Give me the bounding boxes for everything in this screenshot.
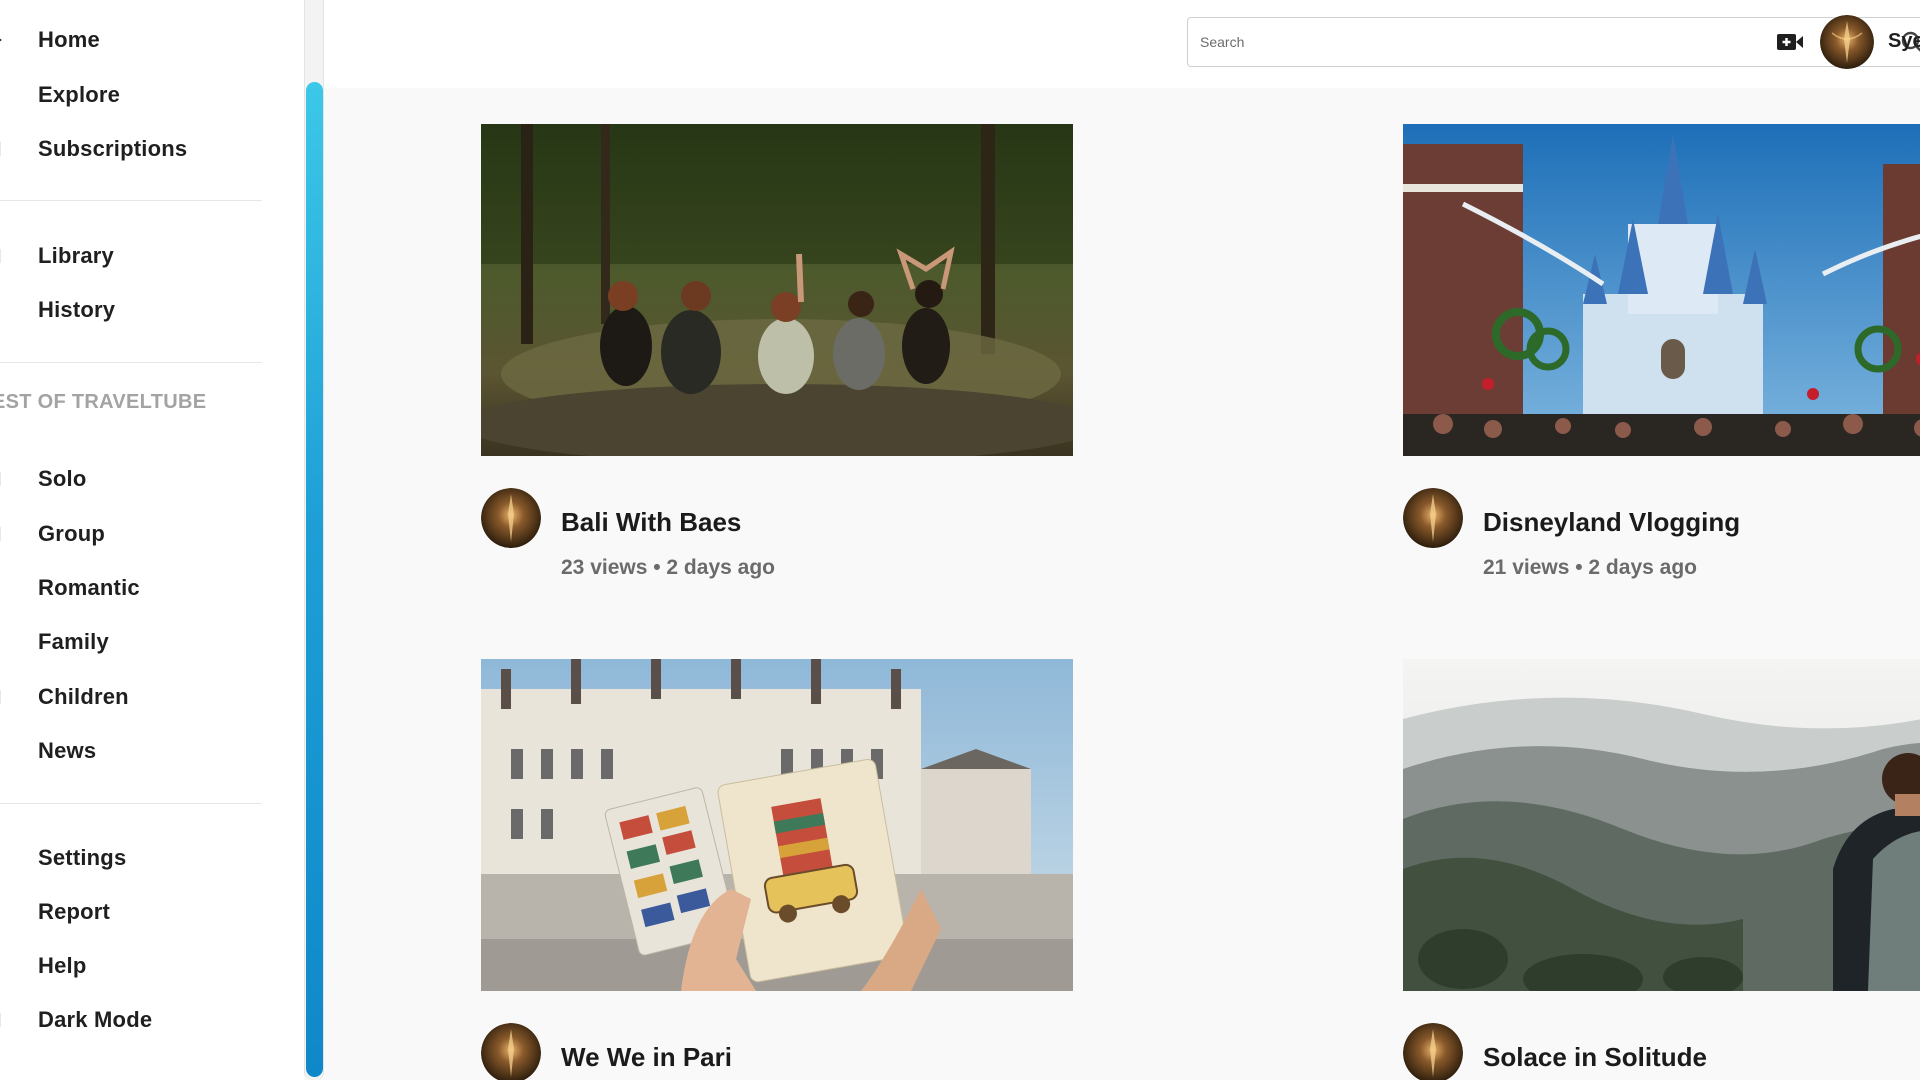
solo-icon xyxy=(0,471,1,487)
sidebar-item-label: Solo xyxy=(38,466,87,491)
group-icon xyxy=(0,526,1,542)
sidebar-item-report[interactable]: Report xyxy=(0,890,270,934)
video-thumbnail[interactable] xyxy=(481,124,1073,456)
sidebar-item-label: Romantic xyxy=(38,575,140,600)
sidebar-item-solo[interactable]: Solo xyxy=(0,457,270,501)
sidebar-item-label: Library xyxy=(38,243,114,268)
subscriptions-icon xyxy=(0,141,1,157)
sidebar-item-label: News xyxy=(38,738,97,763)
sidebar-item-help[interactable]: Help xyxy=(0,944,270,988)
sidebar-item-label: Help xyxy=(38,953,87,978)
sidebar-item-label: Group xyxy=(38,521,105,546)
channel-avatar[interactable] xyxy=(1403,1023,1463,1080)
sidebar-item-label: History xyxy=(38,297,116,322)
sidebar-item-children[interactable]: Children xyxy=(0,675,270,719)
top-header: Sye xyxy=(324,0,1920,88)
sidebar-divider xyxy=(0,200,262,201)
video-stats: 21 views • 2 days ago xyxy=(1483,556,1697,579)
family-icon xyxy=(0,632,4,652)
sidebar-item-home[interactable]: Home xyxy=(0,18,270,62)
settings-icon xyxy=(0,848,4,868)
library-icon xyxy=(0,248,1,264)
report-icon xyxy=(0,902,4,922)
sidebar-item-history[interactable]: History xyxy=(0,288,270,332)
home-icon xyxy=(0,38,2,42)
sidebar-item-label: Children xyxy=(38,684,129,709)
create-video-icon[interactable] xyxy=(1776,30,1804,54)
sidebar-item-settings[interactable]: Settings xyxy=(0,836,270,880)
sidebar-divider xyxy=(0,803,262,804)
explore-icon xyxy=(0,85,4,105)
sidebar-item-label: Report xyxy=(38,899,111,924)
video-stats: 23 views • 2 days ago xyxy=(561,556,775,579)
video-title[interactable]: Solace in Solitude xyxy=(1483,1042,1707,1073)
news-icon xyxy=(0,741,4,761)
video-title[interactable]: Disneyland Vlogging xyxy=(1483,507,1740,538)
video-thumbnail[interactable] xyxy=(1403,659,1920,991)
sidebar-item-family[interactable]: Family xyxy=(0,620,270,664)
help-icon xyxy=(0,956,4,976)
channel-avatar[interactable] xyxy=(481,1023,541,1080)
channel-avatar[interactable] xyxy=(481,488,541,548)
children-icon xyxy=(0,689,1,705)
sidebar-item-label: Explore xyxy=(38,82,121,107)
sidebar-item-group[interactable]: Group xyxy=(0,512,270,556)
sidebar-item-label: Home xyxy=(38,27,100,52)
sidebar-divider xyxy=(0,362,262,363)
sidebar-item-label: Settings xyxy=(38,845,127,870)
sidebar-item-romantic[interactable]: Romantic xyxy=(0,566,270,610)
sidebar-item-label: Dark Mode xyxy=(38,1007,153,1032)
sidebar-item-explore[interactable]: Explore xyxy=(0,73,270,117)
user-name[interactable]: Sye xyxy=(1888,30,1920,53)
section-title: EST OF TRAVELTUBE xyxy=(0,391,207,413)
video-thumbnail[interactable] xyxy=(1403,124,1920,456)
search-bar xyxy=(1187,17,1920,67)
avatar[interactable] xyxy=(1820,15,1874,69)
sidebar: Home Explore Subscriptions Library Histo… xyxy=(0,0,305,1080)
sidebar-scrollbar-thumb[interactable] xyxy=(306,82,323,1077)
sidebar-item-news[interactable]: News xyxy=(0,729,270,773)
history-icon xyxy=(0,300,4,320)
video-title[interactable]: We We in Pari xyxy=(561,1042,732,1073)
video-title[interactable]: Bali With Baes xyxy=(561,507,741,538)
dark-mode-icon xyxy=(0,1012,1,1028)
sidebar-item-library[interactable]: Library xyxy=(0,234,270,278)
video-thumbnail[interactable] xyxy=(481,659,1073,991)
sidebar-item-dark-mode[interactable]: Dark Mode xyxy=(0,998,270,1042)
sidebar-item-label: Subscriptions xyxy=(38,136,188,161)
sidebar-item-subscriptions[interactable]: Subscriptions xyxy=(0,127,270,171)
sidebar-item-label: Family xyxy=(38,629,109,654)
channel-avatar[interactable] xyxy=(1403,488,1463,548)
romantic-icon xyxy=(0,578,4,598)
